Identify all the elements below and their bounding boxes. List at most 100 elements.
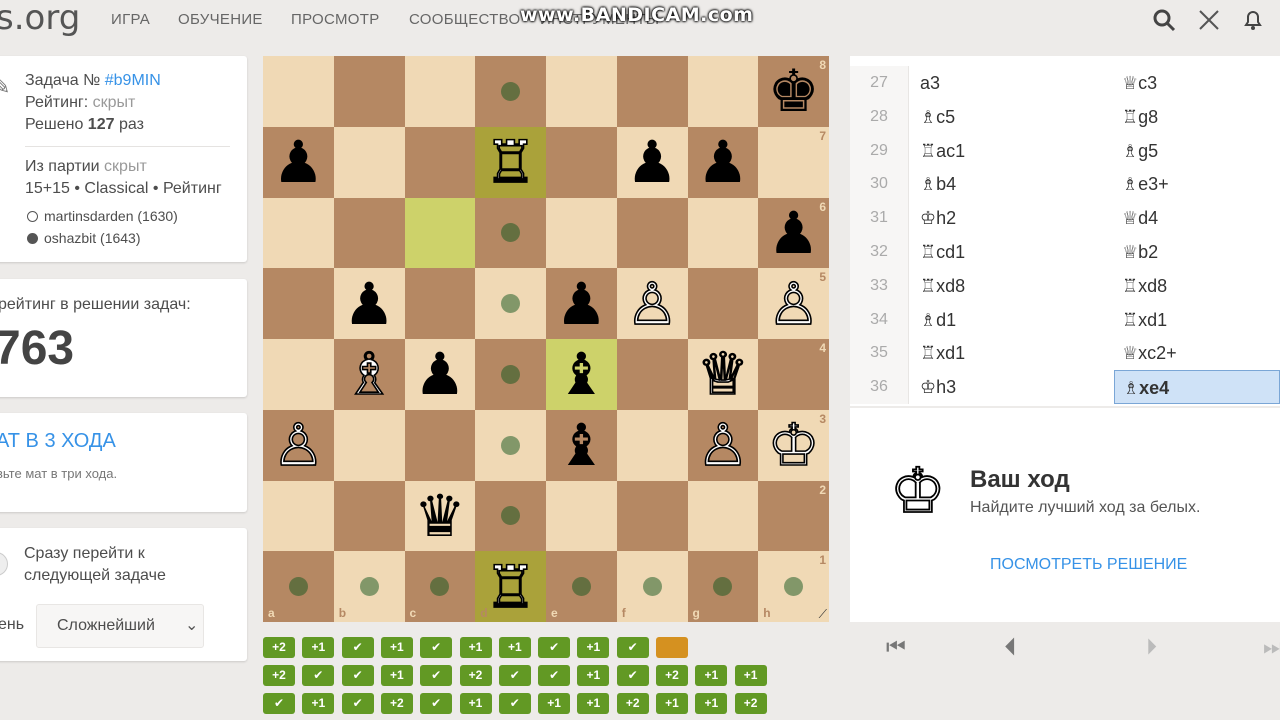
history-puzzle-result[interactable]: ✔ [341,665,374,686]
history-puzzle-result[interactable]: +1 [302,693,335,714]
move-hint-dot[interactable] [501,81,521,101]
white-move[interactable]: ♗b4 [912,167,1112,201]
square-f5[interactable]: ♙ [616,268,688,339]
square-g3[interactable]: ♙ [687,409,759,481]
puzzle-id-link[interactable]: #b9MIN [105,72,161,89]
square-d4[interactable] [475,339,546,410]
square-h3[interactable]: ♔ 3 [758,409,829,481]
square-e8[interactable] [546,56,617,127]
square-g5[interactable] [687,268,759,339]
white-player-row[interactable]: martinsdarden (1630) [27,208,178,224]
theme-title[interactable]: АТ В 3 ХОДА [0,430,116,453]
square-g4[interactable]: ♕ [687,339,759,410]
square-d5[interactable] [475,268,546,339]
square-h7[interactable]: 7 [758,126,829,198]
move-hint-dot[interactable] [501,364,521,384]
black-move[interactable]: ♗xe4 [1114,370,1280,405]
white-rook-piece[interactable]: ♖ [484,557,538,617]
move-hint-dot[interactable] [359,577,379,597]
black-move[interactable]: ♖xd8 [1114,269,1280,303]
history-puzzle-result[interactable]: ✔ [420,693,453,714]
square-c5[interactable] [404,268,476,339]
white-pawn-piece[interactable]: ♙ [272,415,326,475]
square-b3[interactable] [333,409,405,481]
black-queen-piece[interactable]: ♛ [414,487,466,545]
square-d8[interactable] [475,56,546,127]
white-move[interactable]: ♖ac1 [912,134,1112,168]
history-puzzle-result[interactable]: ✔ [616,665,649,686]
difficulty-select[interactable]: Сложнейший ⌄ [36,604,204,648]
move-hint-dot[interactable] [642,577,662,597]
black-pawn-piece[interactable]: ♟ [626,133,678,191]
black-move[interactable]: ♕xc2+ [1114,336,1280,370]
history-puzzle-result[interactable]: +1 [577,693,610,714]
move-hint-dot[interactable] [501,294,521,314]
auto-next-toggle[interactable] [0,552,8,576]
history-puzzle-result[interactable]: +2 [263,665,295,686]
square-f3[interactable] [616,409,688,481]
black-pawn-piece[interactable]: ♟ [414,345,466,403]
black-pawn-piece[interactable]: ♟ [343,275,395,333]
history-puzzle-result[interactable]: ✔ [341,637,374,658]
nav-community[interactable]: СООБЩЕСТВО [409,11,520,28]
history-puzzle-result[interactable]: +1 [459,637,492,658]
prev-move-icon[interactable]: ⏴ [1005,634,1016,660]
black-move[interactable]: ♗e3+ [1114,167,1280,201]
square-f4[interactable] [616,339,688,410]
move-hint-dot[interactable] [784,577,804,597]
square-e6[interactable] [546,197,617,269]
white-rook-piece[interactable]: ♖ [484,132,538,192]
history-puzzle-result[interactable]: +2 [656,665,688,686]
bell-icon[interactable] [1241,8,1265,38]
black-pawn-piece[interactable]: ♟ [272,133,324,191]
square-h2[interactable]: 2 [758,480,829,552]
white-move[interactable]: ♗d1 [912,303,1112,337]
white-queen-piece[interactable]: ♕ [696,345,750,405]
square-c6[interactable] [404,197,476,269]
square-a4[interactable] [263,339,334,410]
white-pawn-piece[interactable]: ♙ [625,274,679,334]
square-a7[interactable]: ♟ [263,126,334,198]
game-origin-link[interactable]: скрыт [104,158,147,175]
white-move[interactable]: a3 [912,66,1112,100]
square-b7[interactable] [333,126,405,198]
nav-watch[interactable]: ПРОСМОТР [291,11,380,28]
square-b4[interactable]: ♗ [333,339,405,410]
history-puzzle-result[interactable]: ✔ [616,637,649,658]
square-b2[interactable] [333,480,405,552]
square-d6[interactable] [475,197,546,269]
move-hint-dot[interactable] [501,223,521,243]
history-current-puzzle[interactable] [656,637,688,658]
black-player-row[interactable]: oshazbit (1643) [27,230,141,246]
square-d3[interactable] [475,409,546,481]
square-f1[interactable]: f [616,551,688,622]
square-d7[interactable]: ♖ [475,126,546,198]
square-b5[interactable]: ♟ [333,268,405,339]
square-e1[interactable]: e [546,551,617,622]
black-pawn-piece[interactable]: ♟ [555,275,607,333]
history-puzzle-result[interactable]: +2 [734,693,767,714]
next-move-icon[interactable]: ⏵ [1146,634,1157,660]
white-king-piece[interactable]: ♔ [767,415,821,475]
history-puzzle-result[interactable]: ✔ [263,693,295,714]
square-g8[interactable] [687,56,759,127]
square-a1[interactable]: a [263,551,334,622]
square-f6[interactable] [616,197,688,269]
square-c3[interactable] [404,409,476,481]
square-h6[interactable]: ♟ 6 [758,197,829,269]
move-hint-dot[interactable] [501,435,521,455]
nav-learn[interactable]: ОБУЧЕНИЕ [178,11,263,28]
move-hint-dot[interactable] [571,577,591,597]
history-puzzle-result[interactable]: +1 [459,693,492,714]
first-move-icon[interactable]: ⏮ [886,634,906,660]
swords-icon[interactable] [1197,8,1221,38]
history-puzzle-result[interactable]: ✔ [420,637,453,658]
black-move[interactable]: ♖xd1 [1114,303,1280,337]
square-c7[interactable] [404,126,476,198]
white-move[interactable]: ♔h3 [912,370,1112,404]
square-b1[interactable]: b [333,551,405,622]
square-b8[interactable] [333,56,405,127]
move-hint-dot[interactable] [288,577,308,597]
history-puzzle-result[interactable]: +1 [734,665,767,686]
square-e7[interactable] [546,126,617,198]
